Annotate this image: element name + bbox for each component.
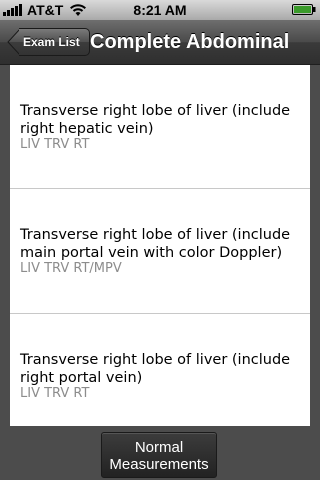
item-title-line: right portal vein): [20, 370, 143, 386]
normal-measurements-button[interactable]: Normal Measurements: [101, 432, 217, 478]
item-code: LIV TRV RT/MPV: [20, 261, 122, 276]
list-item[interactable]: Transverse right lobe of liver (include …: [10, 65, 310, 189]
navigation-bar: Exam List Complete Abdominal: [0, 20, 320, 65]
battery-icon: [292, 4, 316, 15]
item-title-line: main portal vein with color Doppler): [20, 245, 283, 261]
item-title-line: Transverse right lobe of liver (include: [20, 352, 291, 368]
item-title: Transverse right lobe of liver (include …: [20, 226, 302, 262]
back-button[interactable]: Exam List: [6, 28, 90, 56]
item-title: Transverse right lobe of liver (include …: [20, 351, 302, 387]
item-code: LIV TRV RT: [20, 137, 90, 152]
back-arrow-icon: [7, 28, 20, 56]
item-title-line: right hepatic vein): [20, 121, 154, 137]
list-item[interactable]: Transverse right lobe of liver (include …: [10, 189, 310, 314]
status-bar: AT&T 8:21 AM: [0, 0, 320, 20]
item-title-line: Transverse right lobe of liver (include: [20, 227, 291, 243]
status-time: 8:21 AM: [133, 2, 187, 18]
list-item[interactable]: Transverse right lobe of liver (include …: [10, 314, 310, 426]
bottom-toolbar: Normal Measurements: [0, 426, 320, 480]
button-label-line: Normal: [134, 439, 184, 456]
back-button-label: Exam List: [19, 28, 90, 56]
item-title: Transverse right lobe of liver (include …: [20, 102, 302, 138]
item-code: LIV TRV RT: [20, 386, 90, 401]
page-title: Complete Abdominal: [90, 31, 290, 53]
button-label-line: Measurements: [109, 456, 209, 473]
item-title-line: Transverse right lobe of liver (include: [20, 103, 291, 119]
exam-list[interactable]: Transverse right lobe of liver (include …: [10, 65, 310, 426]
